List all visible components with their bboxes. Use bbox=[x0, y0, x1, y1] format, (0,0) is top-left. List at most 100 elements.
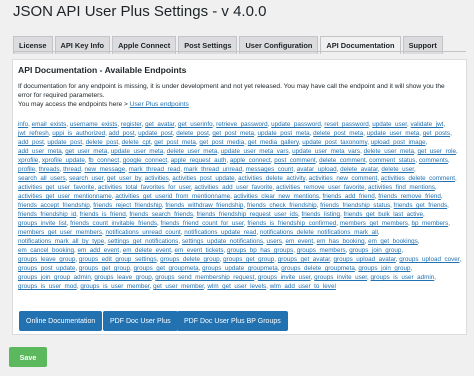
endpoint-link[interactable]: friends_friend_count_for_user bbox=[160, 220, 243, 227]
endpoint-link[interactable]: friends_listing bbox=[302, 211, 341, 218]
endpoint-link[interactable]: wlm_get_user_levels bbox=[207, 283, 266, 290]
endpoint-link[interactable]: activities_get_user_mentionname bbox=[18, 193, 112, 200]
endpoint-link[interactable]: validate_jwt bbox=[410, 121, 443, 128]
endpoint-link[interactable]: friends_get_bulk_last_active bbox=[344, 211, 423, 218]
endpoint-link[interactable]: friends_add_friend bbox=[323, 193, 375, 200]
endpoint-link[interactable]: notifications_update_read bbox=[184, 229, 256, 236]
endpoint-link[interactable]: delete_post bbox=[176, 130, 209, 137]
endpoint-link[interactable]: em_delete_event bbox=[123, 247, 171, 254]
endpoint-link[interactable]: activities bbox=[145, 175, 169, 182]
endpoint-link[interactable]: threads bbox=[39, 166, 60, 173]
endpoint-link[interactable]: members_get_members bbox=[340, 220, 408, 227]
endpoint-link[interactable]: update_post_meta bbox=[258, 130, 310, 137]
endpoint-link[interactable]: activities_get_userid_from_mentionname bbox=[115, 193, 230, 200]
endpoint-link[interactable]: groups_invite_user bbox=[258, 274, 311, 281]
user-plus-endpoints-link[interactable]: User Plus endpoints bbox=[130, 101, 189, 108]
endpoint-link[interactable]: groups_is_user_member bbox=[80, 283, 149, 290]
endpoint-link[interactable]: reset_password bbox=[324, 121, 368, 128]
endpoint-link[interactable]: comments bbox=[419, 157, 448, 164]
endpoint-link[interactable]: get_post_meta bbox=[212, 130, 254, 137]
endpoint-link[interactable]: delete_user_meta bbox=[167, 148, 217, 155]
endpoint-link[interactable]: wlm_add_user_to_level bbox=[270, 283, 336, 290]
endpoint-link[interactable]: update_post_taxonomy bbox=[302, 139, 367, 146]
endpoint-link[interactable]: friends_is_friend bbox=[80, 211, 126, 218]
endpoint-link[interactable]: settings_update_notifications bbox=[182, 238, 263, 245]
endpoint-link[interactable]: comment_status bbox=[369, 157, 415, 164]
endpoint-link[interactable]: groups_upload_avatar bbox=[333, 256, 395, 263]
endpoint-link[interactable]: get_media_gallery bbox=[248, 139, 299, 146]
endpoint-link[interactable]: get_post_media bbox=[199, 139, 244, 146]
endpoint-link[interactable]: groups_is_user_admin bbox=[371, 274, 435, 281]
endpoint-link[interactable]: profile bbox=[18, 166, 35, 173]
pdf-doc-bp-groups-button[interactable]: PDF Doc User Plus BP Groups bbox=[177, 311, 288, 331]
endpoint-link[interactable]: activities_post_update bbox=[172, 175, 234, 182]
endpoint-link[interactable]: friends_friendship_status bbox=[320, 202, 390, 209]
endpoint-link[interactable]: upload_post_image bbox=[371, 139, 426, 146]
endpoint-link[interactable]: groups_is_user_mod bbox=[18, 283, 77, 290]
endpoint-link[interactable]: groups_join_group bbox=[349, 247, 401, 254]
endpoint-link[interactable]: xprofile bbox=[18, 157, 38, 164]
endpoint-link[interactable]: friends_get_friends bbox=[394, 202, 448, 209]
endpoint-link[interactable]: friends_friendship_id bbox=[18, 211, 76, 218]
endpoint-link[interactable]: bp_members bbox=[411, 220, 448, 227]
endpoint-link[interactable]: friends_friendship_request_user_ids bbox=[197, 211, 299, 218]
endpoint-link[interactable]: get_posts bbox=[423, 130, 450, 137]
endpoint-link[interactable]: delete_post bbox=[86, 139, 119, 146]
endpoint-link[interactable]: get_avatar bbox=[145, 121, 174, 128]
endpoint-link[interactable]: friends_is_friendship_confirmed bbox=[247, 220, 336, 227]
endpoint-link[interactable]: info bbox=[18, 121, 28, 128]
endpoint-link[interactable]: groups_get_group bbox=[79, 265, 130, 272]
endpoint-link[interactable]: delete_avatar bbox=[340, 166, 378, 173]
endpoint-link[interactable]: groups_leave_group bbox=[94, 274, 151, 281]
endpoint-link[interactable]: groups_update_groupmeta bbox=[202, 265, 278, 272]
endpoint-link[interactable]: groups_delete_group bbox=[160, 256, 220, 263]
endpoint-link[interactable]: delete_comment bbox=[319, 157, 366, 164]
endpoint-link[interactable]: register bbox=[121, 121, 142, 128]
endpoint-link[interactable]: search_user bbox=[69, 175, 103, 182]
endpoint-link[interactable]: apple_connect bbox=[230, 157, 271, 164]
endpoint-link[interactable]: google_connect bbox=[123, 157, 167, 164]
endpoint-link[interactable]: activities_delete_activity bbox=[238, 175, 305, 182]
endpoint-link[interactable]: search_all_users bbox=[18, 175, 66, 182]
endpoint-link[interactable]: users bbox=[267, 238, 282, 245]
endpoint-link[interactable]: username_exists bbox=[70, 121, 118, 128]
endpoint-link[interactable]: xprofile_update bbox=[42, 157, 85, 164]
endpoint-link[interactable]: groups_post_update bbox=[18, 265, 75, 272]
endpoint-link[interactable]: activities_new_comment bbox=[309, 175, 378, 182]
endpoint-link[interactable]: activities_clear_new_mentions bbox=[234, 193, 319, 200]
endpoint-link[interactable]: activities_add_user_favorite bbox=[194, 184, 272, 191]
endpoint-link[interactable]: delete_user bbox=[381, 166, 414, 173]
endpoint-link[interactable]: get_user_meta bbox=[65, 148, 107, 155]
pdf-doc-user-plus-button[interactable]: PDF Doc User Plus bbox=[103, 311, 178, 331]
endpoint-link[interactable]: update_user_meta_vars bbox=[221, 148, 289, 155]
endpoint-link[interactable]: get_user_role bbox=[417, 148, 456, 155]
endpoint-link[interactable]: groups_join_group bbox=[358, 265, 410, 272]
endpoint-link[interactable]: activities_delete_comment bbox=[381, 175, 455, 182]
endpoint-link[interactable]: em_has_booking bbox=[317, 238, 365, 245]
endpoint-link[interactable]: update_password bbox=[271, 121, 321, 128]
endpoint-link[interactable]: uppi_is_authorized bbox=[52, 130, 105, 137]
endpoint-link[interactable]: em_event bbox=[285, 238, 313, 245]
endpoint-link[interactable]: groups_leave_group bbox=[18, 256, 75, 263]
endpoint-link[interactable]: groups_delete_groupmeta bbox=[281, 265, 355, 272]
endpoint-link[interactable]: notifications_mark_all_by_type bbox=[18, 238, 104, 245]
endpoint-link[interactable]: em_add_event bbox=[78, 247, 120, 254]
online-documentation-button[interactable]: Online Documentation bbox=[19, 311, 103, 331]
endpoint-link[interactable]: mark_thread_read bbox=[129, 166, 180, 173]
endpoint-link[interactable]: avatar_upload bbox=[297, 166, 337, 173]
endpoint-link[interactable]: friends_check_friendship bbox=[247, 202, 317, 209]
endpoint-link[interactable]: members_get_user_members bbox=[18, 229, 102, 236]
endpoint-link[interactable]: retrieve_password bbox=[216, 121, 267, 128]
save-button[interactable]: Save bbox=[9, 347, 47, 367]
endpoint-link[interactable]: update_user_meta bbox=[367, 130, 420, 137]
endpoint-link[interactable]: friends_reject_friendship bbox=[93, 202, 162, 209]
endpoint-link[interactable]: get_user_member bbox=[153, 283, 204, 290]
endpoint-link[interactable]: add_user_meta bbox=[18, 148, 62, 155]
endpoint-link[interactable]: get_user_by bbox=[107, 175, 141, 182]
endpoint-link[interactable]: groups_send_membership_request bbox=[155, 274, 254, 281]
endpoint-link[interactable]: get_userinfo bbox=[178, 121, 213, 128]
endpoint-link[interactable]: groups_bp_has_groups bbox=[227, 247, 293, 254]
endpoint-link[interactable]: activities_get_user_favorite bbox=[18, 184, 94, 191]
endpoint-link[interactable]: update_post bbox=[47, 139, 82, 146]
endpoint-link[interactable]: notifications_unread_count bbox=[106, 229, 181, 236]
